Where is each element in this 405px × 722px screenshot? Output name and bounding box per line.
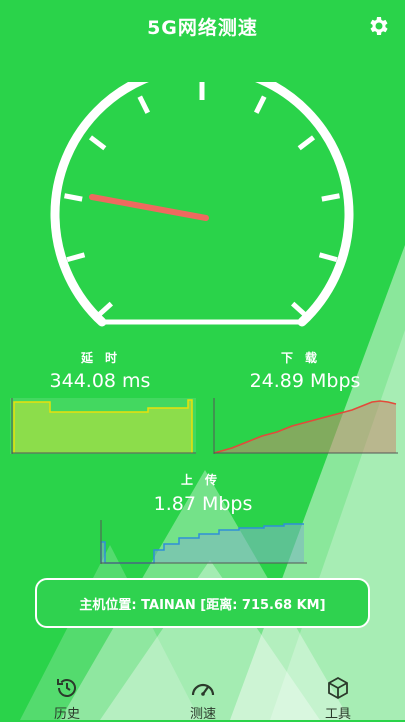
gear-icon[interactable]: [367, 14, 391, 38]
bottom-nav: 历史 测速 工具: [0, 668, 405, 722]
gauge-tick: [96, 301, 114, 318]
host-location-text: 主机位置: TAINAN [距离: 715.68 KM]: [79, 597, 326, 613]
download-value: 24.89 Mbps: [249, 370, 361, 392]
gauge-tick: [254, 95, 267, 114]
gauge-tick: [290, 301, 308, 318]
history-icon: [57, 679, 76, 697]
gauge-arc: [50, 82, 354, 327]
upload-area: [101, 524, 304, 563]
gauge-tick: [88, 135, 107, 151]
speed-gauge: [50, 82, 354, 327]
download-area: [214, 401, 396, 453]
gauge-tick: [66, 252, 86, 263]
page-title: 5G网络测速: [147, 17, 258, 39]
gauge-tick: [321, 193, 340, 202]
latency-chart: [10, 398, 196, 454]
gauge-tick: [137, 95, 150, 114]
latency-label: 延时: [80, 351, 129, 365]
nav-tools-label: 工具: [324, 707, 351, 722]
cube-icon: [328, 676, 348, 700]
upload-value: 1.87 Mbps: [153, 493, 253, 515]
latency-value: 344.08 ms: [49, 370, 151, 392]
host-location-box[interactable]: 主机位置: TAINAN [距离: 715.68 KM]: [35, 578, 370, 628]
nav-speedtest[interactable]: 测速: [163, 668, 243, 722]
nav-history-label: 历史: [53, 707, 80, 722]
gauge-tick: [64, 193, 83, 202]
download-label: 下载: [280, 351, 329, 365]
upload-label: 上传: [180, 473, 229, 487]
gauge-needle: [89, 194, 209, 221]
nav-history[interactable]: 历史: [27, 668, 107, 722]
nav-speedtest-label: 测速: [189, 707, 216, 722]
gauge-tick: [297, 135, 316, 151]
app-header: 5G网络测速: [0, 0, 405, 54]
speedometer-icon: [191, 683, 215, 696]
nav-tools[interactable]: 工具: [298, 668, 378, 722]
gauge-tick: [318, 252, 338, 263]
download-chart: [213, 398, 398, 454]
upload-chart: [100, 520, 307, 564]
